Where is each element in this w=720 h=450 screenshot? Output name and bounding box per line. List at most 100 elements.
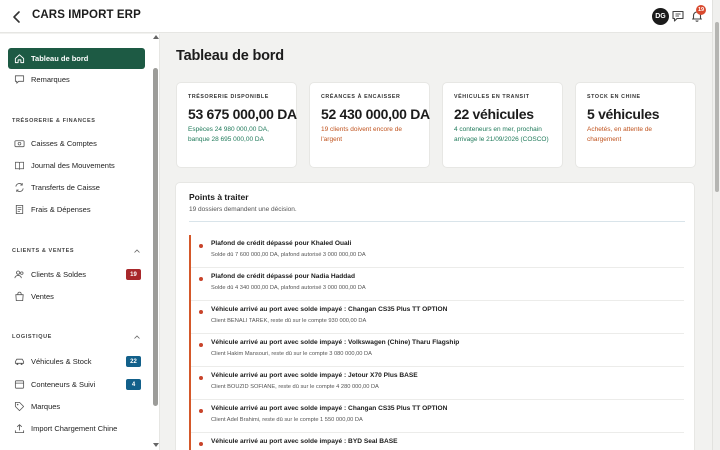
section-title: CLIENTS & VENTES: [12, 248, 75, 254]
action-item-title: Plafond de crédit dépassé pour Nadia Had…: [211, 273, 355, 280]
kpi-card-creances[interactable]: CRÉANCES À ENCAISSER 52 430 000,00 DA 19…: [309, 82, 430, 168]
top-bar: CARS IMPORT ERP DG 19: [0, 0, 712, 33]
sidebar-item-import-chine[interactable]: Import Chargement Chine: [8, 418, 145, 439]
sidebar-item-transferts[interactable]: Transferts de Caisse: [8, 177, 145, 198]
window-scroll-thumb[interactable]: [715, 22, 719, 192]
action-items-list: Plafond de crédit dépassé pour Khaled Ou…: [189, 235, 684, 450]
action-item[interactable]: Véhicule arrivé au port avec solde impay…: [191, 400, 684, 433]
panel-subtitle: 19 dossiers demandent une décision.: [189, 206, 297, 213]
sidebar-item-conteneurs[interactable]: Conteneurs & Suivi 4: [8, 374, 145, 395]
sidebar-scrollbar[interactable]: [152, 34, 159, 450]
journal-icon: [15, 161, 24, 170]
scroll-down-arrow[interactable]: [153, 443, 159, 447]
action-item[interactable]: Plafond de crédit dépassé pour Khaled Ou…: [191, 235, 684, 268]
action-item-detail: Client Hakim Mansouri, reste dû sur le c…: [211, 351, 372, 357]
sidebar-item-journal[interactable]: Journal des Mouvements: [8, 155, 145, 176]
main-content: Tableau de bord TRÉSORERIE DISPONIBLE 53…: [161, 34, 712, 450]
action-item-title: Véhicule arrivé au port avec solde impay…: [211, 438, 398, 445]
sidebar-item-label: Journal des Mouvements: [31, 161, 115, 170]
action-item-title: Véhicule arrivé au port avec solde impay…: [211, 306, 448, 313]
users-icon: [14, 270, 24, 279]
kpi-label: TRÉSORERIE DISPONIBLE: [188, 94, 269, 100]
kpi-value: 5 véhicules: [587, 106, 660, 122]
receipt-icon: [15, 204, 24, 215]
kpi-value: 53 675 000,00 DA: [188, 106, 297, 122]
sidebar-item-label: Conteneurs & Suivi: [31, 380, 96, 389]
action-item[interactable]: Véhicule arrivé au port avec solde impay…: [191, 367, 684, 400]
kpi-label: VÉHICULES EN TRANSIT: [454, 94, 530, 100]
sidebar-item-dashboard[interactable]: Tableau de bord: [8, 48, 145, 69]
action-item-detail: Client BENALI TAREK, reste dû sur le com…: [211, 318, 367, 324]
app-title: CARS IMPORT ERP: [32, 9, 141, 21]
sidebar-scroll-thumb[interactable]: [153, 68, 158, 406]
sidebar-item-label: Transferts de Caisse: [31, 183, 100, 192]
car-icon: [14, 358, 25, 365]
alert-dot-icon: [199, 376, 203, 380]
chevron-up-icon[interactable]: [134, 249, 140, 253]
sidebar-item-clients[interactable]: Clients & Soldes 19: [8, 264, 145, 285]
sidebar-item-label: Marques: [31, 402, 61, 411]
notification-badge: 19: [696, 5, 707, 15]
sidebar-item-label: Remarques: [31, 75, 70, 84]
section-header-logistique[interactable]: LOGISTIQUE: [12, 334, 140, 340]
action-item-title: Plafond de crédit dépassé pour Khaled Ou…: [211, 240, 352, 247]
alert-dot-icon: [199, 277, 203, 281]
panel-title: Points à traiter: [189, 192, 249, 202]
action-item-detail: Client BOUZID SOFIANE, reste dû sur le c…: [211, 384, 379, 390]
kpi-card-transit[interactable]: VÉHICULES EN TRANSIT 22 véhicules 4 cont…: [442, 82, 563, 168]
cash-icon: [14, 140, 25, 148]
chevron-up-icon[interactable]: [134, 335, 140, 339]
action-items-panel: Points à traiter 19 dossiers demandent u…: [175, 182, 695, 450]
alert-dot-icon: [199, 310, 203, 314]
transfer-icon: [15, 183, 24, 192]
count-badge: 22: [126, 356, 141, 367]
page-title: Tableau de bord: [176, 48, 284, 64]
sidebar: Tableau de bord Remarques TRÉSORERIE & F…: [0, 34, 160, 450]
sidebar-item-vehicules[interactable]: Véhicules & Stock 22: [8, 351, 145, 372]
comment-icon: [14, 75, 25, 84]
action-item-detail: Solde dû 7 600 000,00 DA, plafond autori…: [211, 252, 366, 258]
action-item[interactable]: Véhicule arrivé au port avec solde impay…: [191, 301, 684, 334]
divider: [189, 221, 685, 222]
window-scrollbar[interactable]: [712, 0, 720, 450]
sidebar-item-label: Tableau de bord: [31, 54, 89, 63]
kpi-card-stock-chine[interactable]: STOCK EN CHINE 5 véhicules Achetés, en a…: [575, 82, 696, 168]
count-badge: 19: [126, 269, 141, 280]
tag-icon: [14, 401, 25, 412]
section-header-tresorerie[interactable]: TRÉSORERIE & FINANCES: [12, 118, 140, 124]
kpi-note: 4 conteneurs en mer, prochain arrivage l…: [454, 126, 549, 143]
sidebar-item-ventes[interactable]: Ventes: [8, 286, 145, 307]
kpi-note: 19 clients doivent encore de l'argent: [321, 126, 402, 143]
kpi-value: 52 430 000,00 DA: [321, 106, 430, 122]
sidebar-item-label: Clients & Soldes: [31, 270, 87, 279]
kpi-note: Achetés, en attente de chargement: [587, 126, 653, 143]
upload-icon: [14, 424, 25, 434]
sidebar-item-frais[interactable]: Frais & Dépenses: [8, 199, 145, 220]
bag-icon: [15, 291, 24, 302]
kpi-card-tresorerie[interactable]: TRÉSORERIE DISPONIBLE 53 675 000,00 DA E…: [176, 82, 297, 168]
section-header-clients[interactable]: CLIENTS & VENTES: [12, 248, 140, 254]
container-icon: [14, 380, 25, 389]
kpi-note: Espèces 24 980 000,00 DA, banque 28 695 …: [188, 126, 269, 143]
avatar[interactable]: DG: [652, 8, 669, 25]
kpi-label: CRÉANCES À ENCAISSER: [321, 94, 401, 100]
section-title: LOGISTIQUE: [12, 334, 52, 340]
kpi-label: STOCK EN CHINE: [587, 94, 641, 100]
action-item[interactable]: Véhicule arrivé au port avec solde impay…: [191, 433, 684, 450]
sidebar-item-caisses[interactable]: Caisses & Comptes: [8, 133, 145, 154]
chat-icon[interactable]: [671, 9, 685, 23]
sidebar-item-remarques[interactable]: Remarques: [8, 69, 145, 90]
alert-dot-icon: [199, 244, 203, 248]
scroll-up-arrow[interactable]: [153, 35, 159, 39]
count-badge: 4: [126, 379, 141, 390]
sidebar-item-marques[interactable]: Marques: [8, 396, 145, 417]
action-item[interactable]: Véhicule arrivé au port avec solde impay…: [191, 334, 684, 367]
action-item[interactable]: Plafond de crédit dépassé pour Nadia Had…: [191, 268, 684, 301]
sidebar-item-label: Ventes: [31, 292, 54, 301]
back-arrow-icon[interactable]: [9, 9, 25, 25]
sidebar-item-label: Import Chargement Chine: [31, 424, 118, 433]
alert-dot-icon: [199, 343, 203, 347]
action-item-title: Véhicule arrivé au port avec solde impay…: [211, 372, 418, 379]
alert-dot-icon: [199, 409, 203, 413]
action-item-detail: Client Adel Brahimi, reste dû sur le com…: [211, 417, 363, 423]
